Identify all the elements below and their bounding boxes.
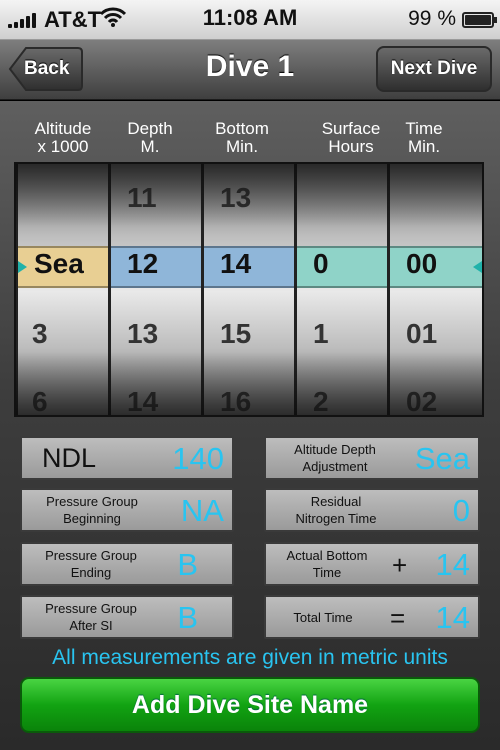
surface-hours-selection-band (297, 246, 387, 288)
bottom-time-wheel[interactable]: 13 14 15 16 (204, 164, 294, 417)
actual-bottom-time-value: 14 (435, 547, 470, 582)
pressure-group-ending-value: B (177, 547, 198, 582)
altitude-selected-value: Sea (34, 248, 84, 279)
selection-arrow-right-icon (473, 261, 482, 273)
pressure-group-ending-box: Pressure Group Ending B (20, 542, 234, 586)
surface-hours-option: 1 (313, 318, 329, 349)
ndl-label: NDL (41, 442, 96, 473)
bottom-time-option: 16 (220, 386, 252, 417)
battery-icon (462, 12, 497, 28)
pressure-group-ending-label: Pressure Group Ending (45, 548, 137, 580)
actual-bottom-time-box: Actual Bottom Time + 14 (264, 542, 480, 586)
actual-bottom-time-label: Actual Bottom Time (286, 548, 368, 580)
dive-picker[interactable]: Sea 3 6 11 12 13 14 13 14 15 16 0 1 2 00… (14, 162, 484, 417)
pressure-group-beginning-box: Pressure Group Beginning NA (20, 488, 234, 532)
altitude-wheel[interactable]: Sea 3 6 (18, 164, 108, 417)
pressure-group-beginning-label: Pressure Group Beginning (46, 494, 138, 526)
bottom-time-selected-value: 14 (220, 248, 252, 279)
altitude-depth-adjustment-label: Altitude Depth Adjustment (294, 442, 376, 474)
altitude-depth-adjustment-value: Sea (414, 441, 470, 476)
selection-arrow-left-icon (18, 261, 27, 273)
surface-hours-option: 2 (313, 386, 329, 417)
equals-operator: = (390, 603, 406, 633)
pressure-group-after-si-value: B (177, 600, 198, 635)
surface-hours-wheel[interactable]: 0 1 2 (297, 164, 387, 417)
residual-nitrogen-time-box: Residual Nitrogen Time 0 (264, 488, 480, 532)
navigation-bar: Back Dive 1 Next Dive (0, 40, 500, 100)
bottom-time-option: 15 (220, 318, 252, 349)
altitude-depth-adjustment-box: Altitude Depth Adjustment Sea (264, 436, 480, 480)
add-dive-site-name-button[interactable]: Add Dive Site Name (20, 677, 480, 733)
surface-minutes-option: 01 (406, 318, 438, 349)
surface-minutes-option: 02 (406, 386, 438, 417)
ndl-value: 140 (172, 441, 224, 476)
pressure-group-beginning-value: NA (180, 493, 224, 528)
metric-units-note: All measurements are given in metric uni… (52, 646, 448, 669)
depth-selected-value: 12 (127, 248, 159, 279)
depth-option: 14 (127, 386, 159, 417)
total-time-box: Total Time = 14 (264, 595, 480, 639)
surface-minutes-wheel[interactable]: 00 01 02 (390, 164, 482, 417)
column-header-altitude: Altitude x 1000 (34, 119, 92, 156)
battery-percentage: 99 % (408, 7, 456, 30)
column-header-surface: Surface Hours (321, 119, 381, 156)
depth-option: 11 (127, 182, 157, 213)
surface-minutes-selected-value: 00 (406, 248, 438, 279)
surface-hours-selected-value: 0 (313, 248, 329, 279)
depth-wheel[interactable]: 11 12 13 14 (111, 164, 201, 417)
residual-nitrogen-time-value: 0 (452, 493, 470, 528)
altitude-option: 3 (32, 318, 48, 349)
bottom-time-option: 13 (220, 182, 252, 213)
pressure-group-after-si-label: Pressure Group After SI (45, 601, 137, 633)
plus-operator: + (392, 550, 408, 580)
total-time-label: Total Time (293, 609, 353, 625)
residual-nitrogen-time-label: Residual Nitrogen Time (295, 494, 377, 526)
status-bar: AT&T 11:08 AM 99 % (0, 0, 500, 40)
column-header-bottom: Bottom Min. (215, 119, 269, 156)
ndl-box: NDL 140 (20, 436, 234, 480)
depth-option: 13 (127, 318, 159, 349)
total-time-value: 14 (435, 600, 470, 635)
altitude-option: 6 (32, 386, 48, 417)
pressure-group-after-si-box: Pressure Group After SI B (20, 595, 234, 639)
column-header-time: Time Min. (405, 119, 443, 156)
next-dive-button[interactable]: Next Dive (376, 46, 492, 92)
column-header-depth: Depth M. (127, 119, 173, 156)
